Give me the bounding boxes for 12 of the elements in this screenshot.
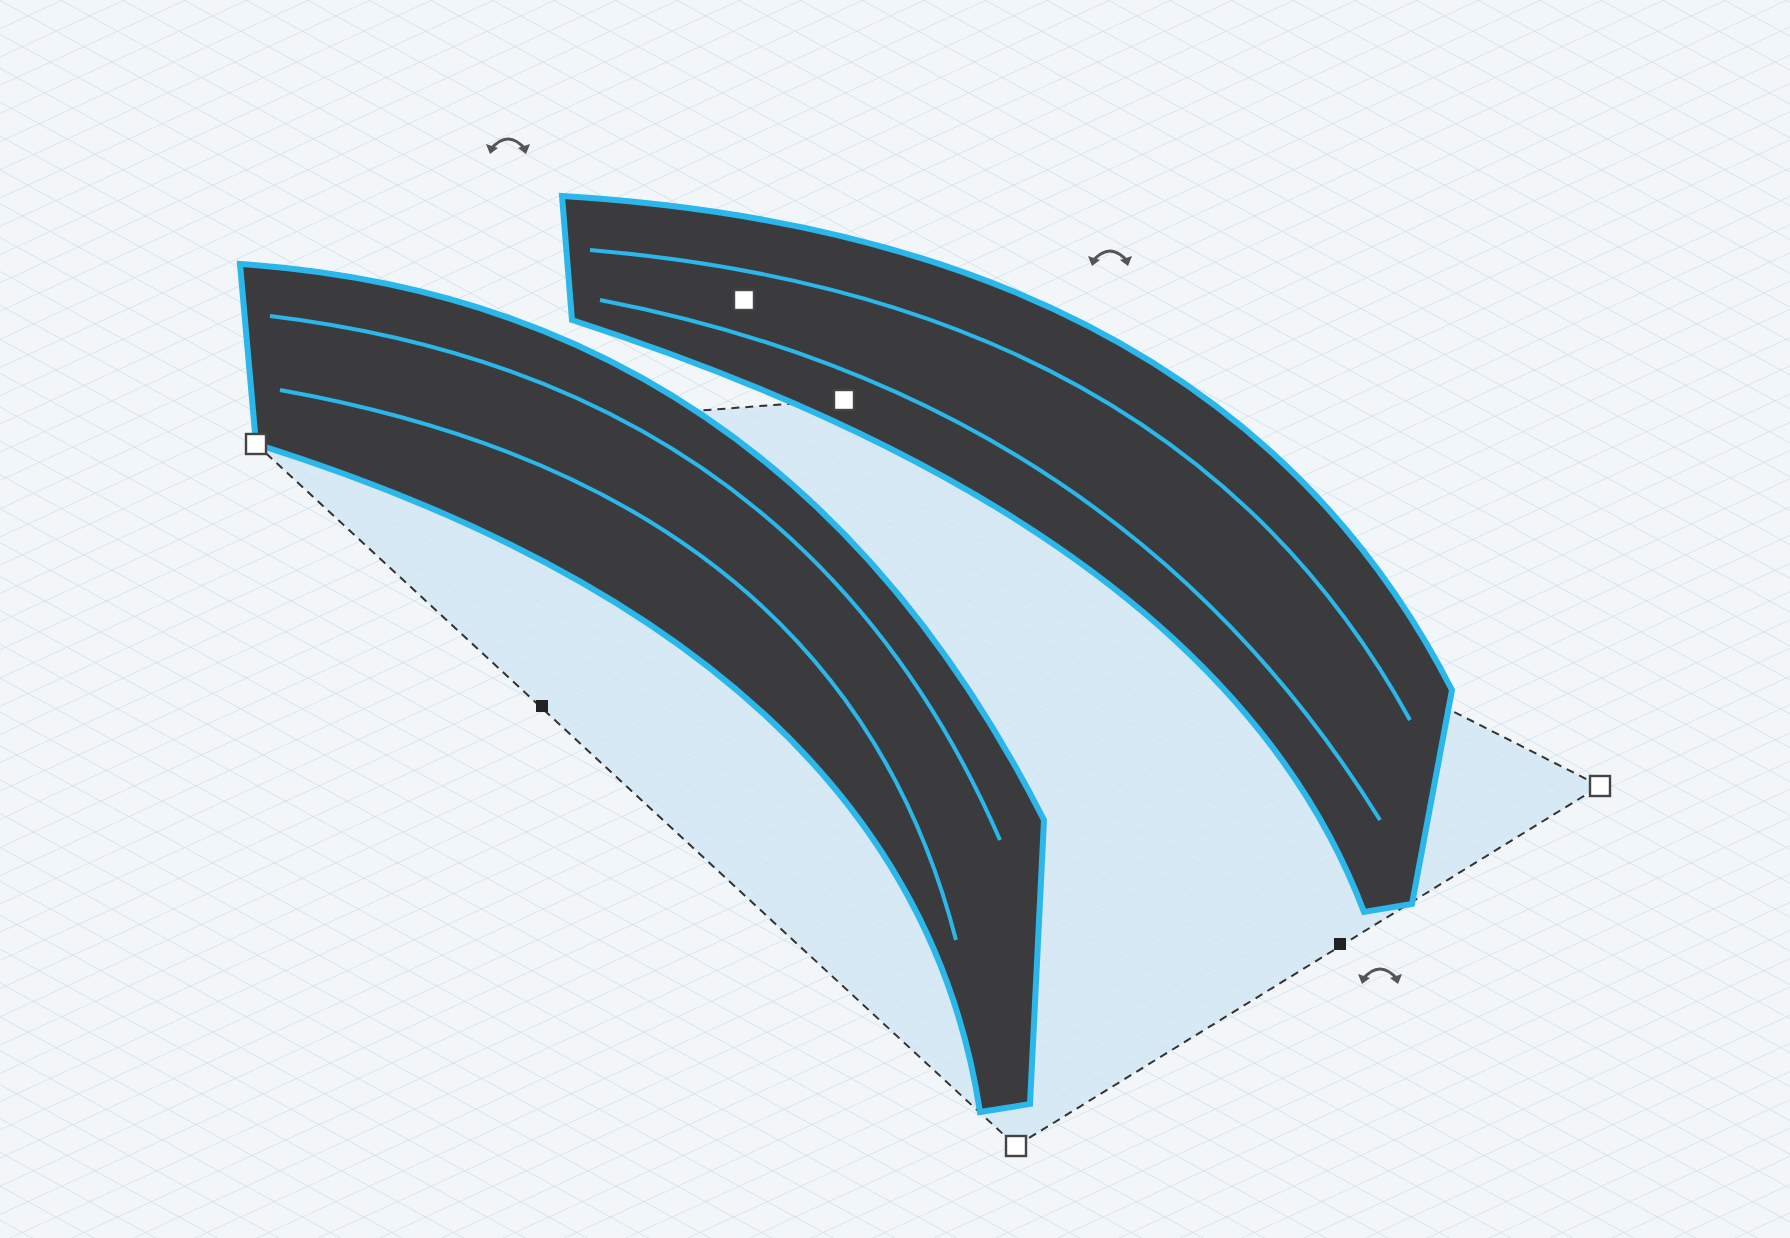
curved-wall[interactable] [559,193,1455,915]
resize-handle[interactable] [1588,774,1612,798]
resize-handle[interactable] [1004,1134,1028,1158]
midpoint-handle[interactable] [1334,938,1346,950]
midpoint-handle[interactable] [536,700,548,712]
resize-handle[interactable] [732,288,756,312]
rotate-icon[interactable] [486,137,530,154]
resize-handle[interactable] [832,388,856,412]
curved-wall[interactable] [237,261,1047,1115]
rotate-icon[interactable] [1358,967,1402,984]
rotate-icon[interactable] [1088,249,1132,266]
resize-handle[interactable] [244,432,268,456]
